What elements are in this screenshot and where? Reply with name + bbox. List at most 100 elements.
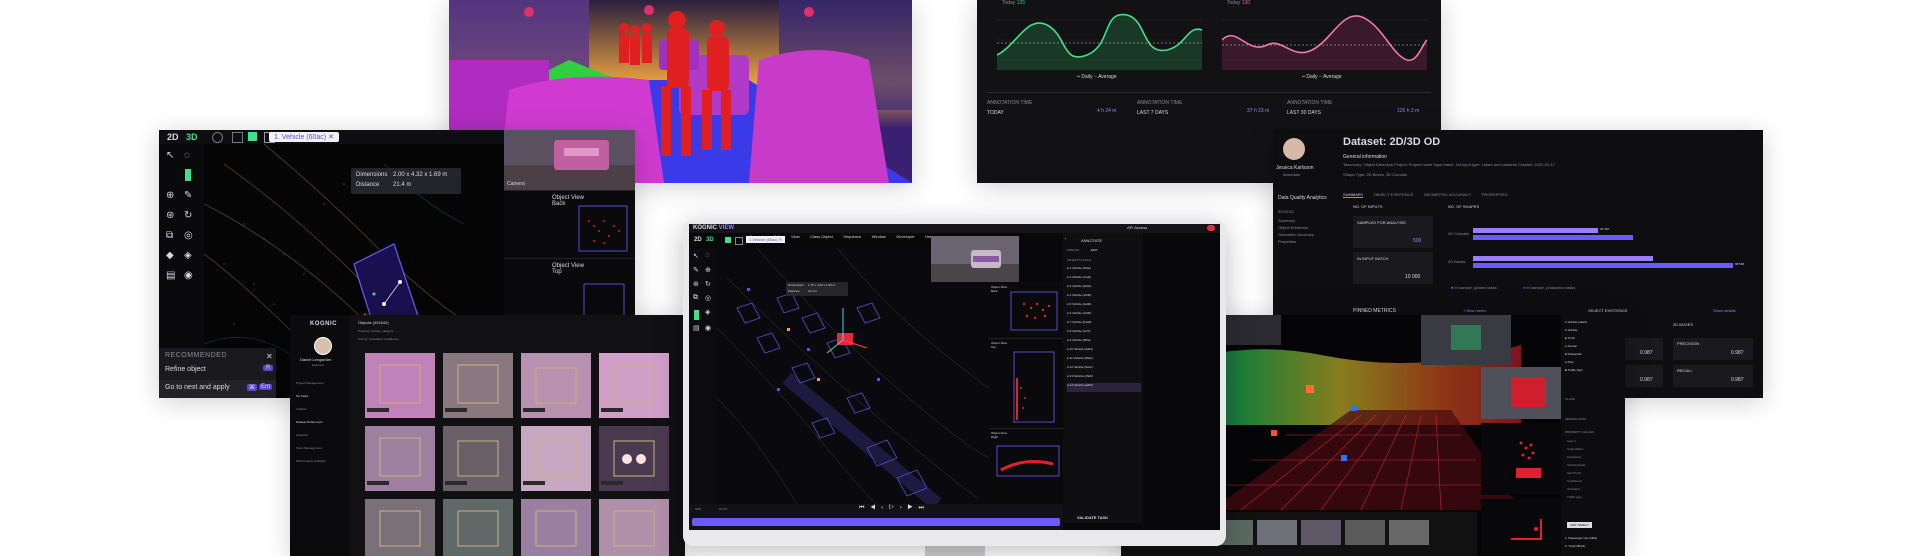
- shape-icon[interactable]: ◆: [166, 250, 174, 261]
- selected-object-tab[interactable]: 1. Vehicle (60ac) ✕: [269, 132, 339, 142]
- object-list-item[interactable]: ● 3 Vehicle (4b01): [1067, 284, 1141, 293]
- object-list-item[interactable]: ● 9 Vehicle (f00a): [1067, 338, 1141, 347]
- target-icon[interactable]: ◎: [184, 230, 193, 241]
- object-list-item[interactable]: ● 5 Vehicle (4e0b): [1067, 302, 1141, 311]
- camera-view[interactable]: [931, 236, 1019, 282]
- object-view-back[interactable]: Object View Back: [504, 190, 635, 259]
- target-icon[interactable]: ◎: [705, 294, 711, 302]
- class-item[interactable]: ■ Vehicle (4aed): [1565, 320, 1587, 324]
- grid-icon[interactable]: [735, 237, 743, 245]
- tab-properties[interactable]: PROPERTIES: [1482, 192, 1508, 197]
- menu-developer[interactable]: Developer: [896, 234, 914, 239]
- mode-2d-toggle[interactable]: 2D: [167, 132, 179, 142]
- nav-my-tasks[interactable]: My Tasks: [296, 394, 348, 398]
- layers-icon[interactable]: ▤: [166, 270, 175, 281]
- validate-task-button[interactable]: VALIDATE TASK: [1077, 515, 1108, 520]
- object-view-right[interactable]: Object View Right: [989, 428, 1063, 504]
- object-color-icon[interactable]: [248, 132, 257, 141]
- class-item[interactable]: ■ Vehicle: [1565, 328, 1587, 332]
- timeline-scrubber[interactable]: [692, 518, 1060, 526]
- object-list-item[interactable]: ● 7 Vehicle (b1e8): [1067, 320, 1141, 329]
- object-list-item[interactable]: ● 10 Vehicle (2dc4): [1067, 347, 1141, 356]
- main-point-cloud-view[interactable]: [717, 248, 989, 504]
- zoom-in-icon[interactable]: ⊕: [166, 190, 174, 201]
- class-item[interactable]: ■ Pole: [1565, 360, 1587, 364]
- nav-dataset-refinement[interactable]: Dataset Refinement: [296, 420, 348, 424]
- move-tool-icon[interactable]: ↖: [166, 150, 174, 161]
- sidebar-item-accuracy[interactable]: Geometric Accuracy: [1278, 232, 1336, 237]
- menu-window[interactable]: Window: [872, 234, 886, 239]
- transform-icon[interactable]: ⧉: [166, 230, 173, 241]
- class-item[interactable]: ■ Pedestrian: [1565, 352, 1587, 356]
- object-color-icon[interactable]: [725, 237, 731, 243]
- mode-3d-toggle[interactable]: 3D: [706, 237, 714, 243]
- show-details-link[interactable]: Show details: [1713, 308, 1736, 313]
- lasso-tool-icon[interactable]: ◌: [705, 252, 709, 259]
- selected-object-tab[interactable]: 1 Vehicle (60ac) ✕: [746, 236, 786, 243]
- nav-performance-analytics[interactable]: Performance Analytics: [296, 459, 348, 463]
- object-view-back[interactable]: Object View Back: [989, 282, 1063, 339]
- brush-tool-icon[interactable]: [694, 310, 699, 320]
- tab-create[interactable]: CREATE: [1067, 248, 1079, 252]
- split-icon[interactable]: ◈: [705, 308, 710, 316]
- annotate-back-icon[interactable]: ‹: [1065, 236, 1066, 241]
- tab-geometric-accuracy[interactable]: GEOMETRIC ACCURACY: [1424, 192, 1472, 197]
- tab-object-existence[interactable]: OBJECT EXISTENCE: [1374, 192, 1414, 197]
- object-list-item[interactable]: ● 13 Vehicle (c8e9): [1067, 374, 1141, 383]
- lasso-tool-icon[interactable]: ◌: [184, 150, 190, 161]
- steering-icon[interactable]: ⊛: [693, 280, 699, 288]
- transform-icon[interactable]: ⧉: [693, 294, 698, 302]
- object-list-item[interactable]: ● 11 Vehicle (9bd1): [1067, 356, 1141, 365]
- layers-icon[interactable]: ▤: [693, 324, 700, 332]
- tab-edit[interactable]: EDIT: [1091, 248, 1098, 252]
- settings-icon[interactable]: [212, 132, 223, 143]
- sidebar-item-summary[interactable]: Summary: [1278, 218, 1336, 223]
- eye-icon[interactable]: ◉: [705, 324, 711, 332]
- refine-object-action[interactable]: Refine object: [165, 366, 206, 373]
- sort-filter[interactable]: Sort by: Annotation confidence: [358, 337, 399, 341]
- rotate-icon[interactable]: ↻: [705, 280, 711, 288]
- class-item[interactable]: ■ Truck: [1565, 336, 1587, 340]
- object-list-item[interactable]: ● 2 Vehicle (21dc): [1067, 275, 1141, 284]
- next-apply-bar[interactable]: Go to next and apply ⌘ Ent: [159, 380, 276, 398]
- object-list-item[interactable]: ● 14 Vehicle (a2b0): [1067, 383, 1141, 392]
- nav-insights[interactable]: Insights: [296, 407, 348, 411]
- add-object-button[interactable]: ADD OBJECT: [1567, 522, 1593, 528]
- sidebar-item-properties[interactable]: Properties: [1278, 239, 1336, 244]
- object-list-item[interactable]: ● 1 Vehicle (60ac): [1067, 266, 1141, 275]
- object-thumbnail-grid[interactable]: [365, 353, 685, 556]
- camera-view[interactable]: Camera: [504, 130, 635, 190]
- pen-tool-icon[interactable]: ✎: [693, 266, 699, 274]
- object-list-item[interactable]: ● 6 Vehicle (7d2b): [1067, 311, 1141, 320]
- object-list-item[interactable]: ● 4 Vehicle (1d40): [1067, 293, 1141, 302]
- object-list-item[interactable]: ● 8 Vehicle (1c7f): [1067, 329, 1141, 338]
- object-view-top[interactable]: Object View Top: [989, 338, 1063, 429]
- steering-icon[interactable]: ⊛: [166, 210, 174, 221]
- tab-summary[interactable]: SUMMARY: [1343, 192, 1364, 198]
- eye-icon[interactable]: ◉: [184, 270, 193, 281]
- brush-tool-icon[interactable]: [185, 169, 191, 181]
- menu-class-object[interactable]: Class Object: [810, 234, 833, 239]
- class-item[interactable]: ■ Animal: [1565, 344, 1587, 348]
- object-list-item[interactable]: 2. Truck (8b21): [1565, 544, 1585, 548]
- move-tool-icon[interactable]: ↖: [693, 252, 699, 260]
- grid-icon[interactable]: [232, 132, 243, 143]
- close-icon[interactable]: ✕: [266, 352, 273, 361]
- sidebar-item-existence[interactable]: Object Existence: [1278, 225, 1336, 230]
- menu-view[interactable]: View: [791, 234, 800, 239]
- nav-team-management[interactable]: Team Management: [296, 446, 348, 450]
- object-list-item[interactable]: ● 12 Vehicle (0a11): [1067, 365, 1141, 374]
- nav-analytics[interactable]: Analytics: [296, 433, 348, 437]
- split-icon[interactable]: ◈: [184, 250, 192, 261]
- new-metric-link[interactable]: + New metric: [1463, 308, 1486, 313]
- rotate-icon[interactable]: ↻: [184, 210, 192, 221]
- property-filter[interactable]: Property: vehicle_category: [358, 329, 394, 333]
- menu-sequence[interactable]: Sequence: [843, 234, 861, 239]
- playback-controls[interactable]: ⏮ ◀ ‹ ▷ › ▶ ⏭: [859, 505, 926, 512]
- class-item[interactable]: ■ Traffic Sign: [1565, 368, 1587, 372]
- zoom-in-icon[interactable]: ⊕: [705, 266, 711, 274]
- nav-project-management[interactable]: Project Management: [296, 381, 348, 385]
- object-list-item[interactable]: 1. Passenger Car (2f0a): [1565, 536, 1597, 540]
- recording-icon[interactable]: [1207, 225, 1215, 231]
- mode-3d-toggle[interactable]: 3D: [186, 132, 198, 142]
